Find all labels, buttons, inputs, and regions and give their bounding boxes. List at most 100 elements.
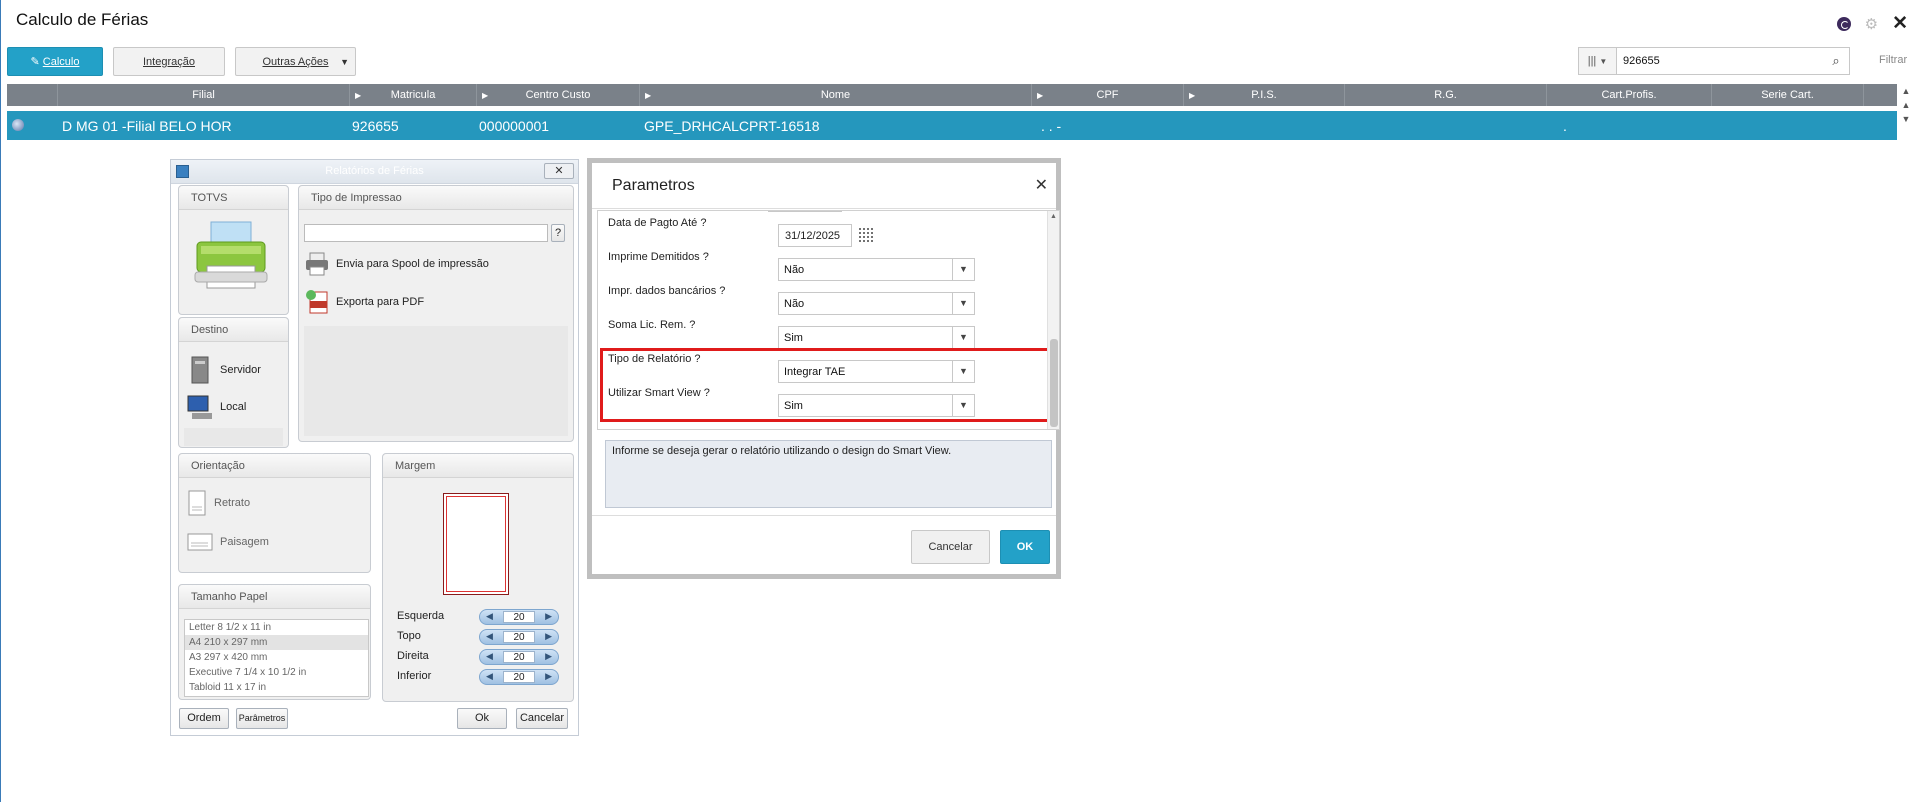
spin-right-icon[interactable]: ▶ [545, 671, 552, 682]
close-icon[interactable]: ✕ [1892, 12, 1908, 35]
grid-col-centro-custo[interactable]: ▶ Centro Custo [477, 84, 640, 106]
tipo-impressao-label: Tipo de Impressao [299, 186, 573, 210]
paisagem-option[interactable]: Paisagem [186, 531, 269, 553]
close-button[interactable]: ✕ [544, 163, 574, 179]
cancelar-button[interactable]: Cancelar [516, 708, 568, 729]
grid-col-pis[interactable]: ▶ P.I.S. [1184, 84, 1345, 106]
search-icon[interactable]: ⌕ [1823, 53, 1849, 69]
margin-value[interactable]: 20 [503, 671, 535, 683]
ok-button[interactable]: Ok [457, 708, 507, 729]
columns-icon: ||| [1587, 55, 1597, 67]
servidor-option[interactable]: Servidor [186, 355, 261, 385]
table-row[interactable]: D MG 01 -Filial BELO HOR 926655 00000000… [7, 111, 1897, 140]
grid-header: Filial ▶ Matricula ▶ Centro Custo ▶ Nome ▶ C… [7, 84, 1897, 106]
cancel-button[interactable]: Cancelar [911, 530, 990, 564]
list-item[interactable]: A4 210 x 297 mm [185, 635, 368, 650]
paper-size-list[interactable]: Letter 8 1/2 x 11 in A4 210 x 297 mm A3 … [184, 619, 369, 697]
integracao-button[interactable]: Integração [113, 47, 225, 76]
param-select[interactable]: Não ▼ [778, 258, 975, 281]
sort-arrow-icon: ▶ [482, 90, 489, 100]
grid-col-rg[interactable]: R.G. [1345, 84, 1547, 106]
grid-col-serie-cart[interactable]: Serie Cart. [1712, 84, 1864, 106]
scroll-thumb[interactable] [1050, 339, 1058, 427]
chevron-down-icon: ▼ [952, 259, 974, 280]
filter-link[interactable]: Filtrar [1879, 54, 1907, 66]
col-label: Centro Custo [525, 89, 591, 101]
destino-panel: Destino Servidor Local [178, 317, 289, 448]
outras-acoes-button[interactable]: Outras Ações ▼ [235, 47, 356, 76]
landscape-page-icon [187, 533, 213, 551]
computer-icon [187, 395, 212, 419]
totvs-panel: TOTVS [178, 185, 289, 315]
param-select[interactable]: Sim ▼ [778, 326, 975, 349]
grid-col-filial[interactable]: Filial [58, 84, 350, 106]
pdf-label: Exporta para PDF [336, 296, 425, 308]
spin-left-icon[interactable]: ◀ [486, 631, 493, 642]
ok-button[interactable]: OK [1000, 530, 1050, 564]
gear-icon[interactable]: ⚙ [1865, 15, 1878, 33]
grid-col-cpf[interactable]: ▶ CPF [1032, 84, 1184, 106]
param-label: Impr. dados bancários ? [608, 285, 726, 297]
chevron-down-icon: ▼ [952, 327, 974, 348]
date-input[interactable]: 31/12/2025 [778, 224, 852, 247]
spool-option[interactable]: Envia para Spool de impressão [304, 251, 489, 277]
user-avatar-icon[interactable] [1836, 16, 1851, 31]
calendar-icon[interactable] [858, 227, 873, 242]
scroll-up-icon[interactable]: ▲ [1050, 213, 1057, 220]
row-select-radio[interactable] [12, 119, 24, 131]
grid-col-cart-profis[interactable]: Cart.Profis. [1547, 84, 1712, 106]
ordem-button[interactable]: Ordem [179, 708, 229, 729]
chevron-down-icon: ▼ [952, 293, 974, 314]
col-label: CPF [1096, 89, 1119, 101]
parametros-footer: Cancelar OK [592, 515, 1056, 574]
list-item[interactable]: A3 297 x 420 mm [185, 650, 368, 665]
spin-right-icon[interactable]: ▶ [545, 651, 552, 662]
calculo-button[interactable]: ✎ Calculo [7, 47, 103, 76]
list-item[interactable]: Executive 7 1/4 x 10 1/2 in [185, 665, 368, 680]
parametros-scrollbar[interactable]: ▲ [1047, 211, 1059, 429]
spin-left-icon[interactable]: ◀ [486, 671, 493, 682]
margin-direita: Direita ◀ 20 ▶ [397, 649, 567, 665]
pdf-option[interactable]: Exporta para PDF [304, 289, 424, 315]
printer-path-input[interactable] [304, 224, 548, 242]
grid-col-matricula[interactable]: ▶ Matricula [350, 84, 477, 106]
margin-topo: Topo ◀ 20 ▶ [397, 629, 567, 645]
margin-label: Direita [397, 650, 429, 662]
close-icon[interactable]: ✕ [1035, 175, 1048, 195]
grid-col-nome[interactable]: ▶ Nome [640, 84, 1032, 106]
destino-label: Destino [179, 318, 288, 342]
spin-right-icon[interactable]: ▶ [545, 631, 552, 642]
parametros-list[interactable]: Data de Pagto Até ? 31/12/2025 Imprime D… [597, 210, 1060, 430]
server-icon [191, 356, 209, 384]
margin-value[interactable]: 20 [503, 631, 535, 643]
grid-scrollbar[interactable]: ▲ ▲ ▼ [1897, 84, 1915, 144]
tipo-impressao-area [304, 326, 568, 436]
retrato-option[interactable]: Retrato [186, 489, 250, 517]
margem-label: Margem [383, 454, 573, 478]
parametros-button[interactable]: Parâmetros [236, 708, 288, 729]
tamanho-papel-label: Tamanho Papel [179, 585, 370, 609]
cell-matricula: 926655 [352, 118, 399, 134]
tamanho-papel-panel: Tamanho Papel Letter 8 1/2 x 11 in A4 21… [178, 584, 371, 700]
spin-right-icon[interactable]: ▶ [545, 611, 552, 622]
search-input[interactable]: 926655 [1617, 55, 1823, 67]
margin-spinner[interactable]: ◀ 20 ▶ [479, 669, 559, 685]
orientacao-label: Orientação [179, 454, 370, 478]
margin-value[interactable]: 20 [503, 611, 535, 623]
list-item[interactable]: Tabloid 11 x 17 in [185, 680, 368, 695]
columns-selector[interactable]: ||| ▼ [1579, 48, 1617, 74]
outras-acoes-label: Outras Ações [262, 55, 329, 68]
margin-label: Inferior [397, 670, 432, 682]
margin-spinner[interactable]: ◀ 20 ▶ [479, 629, 559, 645]
toolbar: ✎ Calculo Integração Outras Ações ▼ [7, 47, 356, 76]
col-label: Filial [192, 89, 215, 101]
help-button[interactable]: ? [551, 224, 565, 242]
list-item[interactable]: Letter 8 1/2 x 11 in [185, 620, 368, 635]
margin-value[interactable]: 20 [503, 651, 535, 663]
margin-spinner[interactable]: ◀ 20 ▶ [479, 649, 559, 665]
param-select[interactable]: Não ▼ [778, 292, 975, 315]
spin-left-icon[interactable]: ◀ [486, 611, 493, 622]
spin-left-icon[interactable]: ◀ [486, 651, 493, 662]
margin-spinner[interactable]: ◀ 20 ▶ [479, 609, 559, 625]
local-option[interactable]: Local [186, 393, 246, 421]
